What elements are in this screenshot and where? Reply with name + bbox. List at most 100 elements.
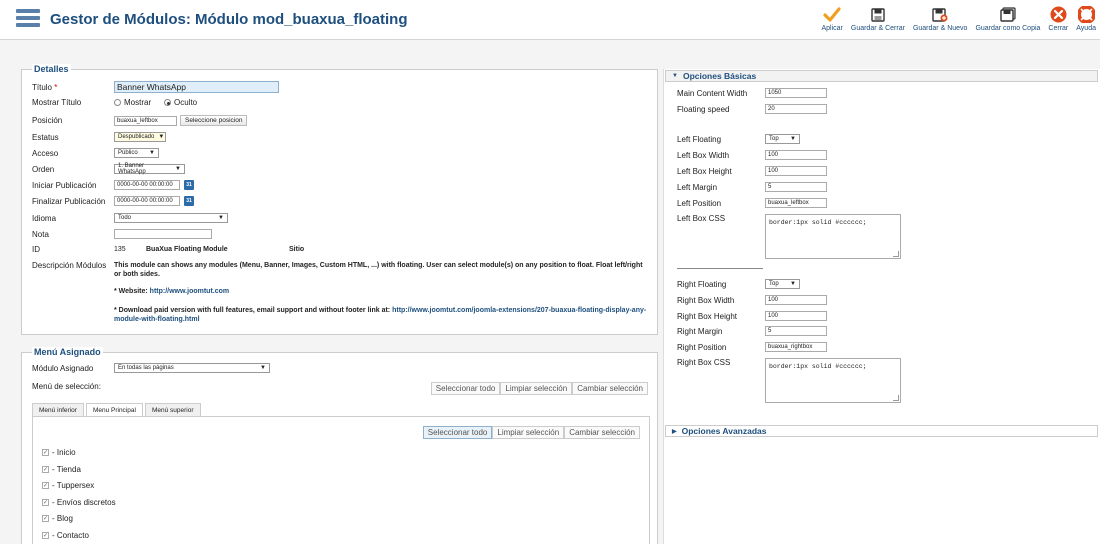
floating-speed-row: Floating speed 20 [677,104,827,114]
download-line: * Download paid version with full featur… [114,307,647,323]
menu-item-envios-discretos[interactable]: ✓ - Envíos discretos [42,498,116,507]
checkbox-checked-icon[interactable]: ✓ [42,482,49,489]
save-new-button[interactable]: Guardar & Nuevo [909,6,971,38]
save-new-icon [931,6,949,23]
right-floating-select[interactable]: Top ▼ [765,279,800,289]
checkbox-checked-icon[interactable]: ✓ [42,449,49,456]
show-title-row: Mostrar Título Mostrar Oculto [32,98,198,107]
left-css-row: Left Box CSS border:1px solid #cccccc; [677,214,901,259]
collapsed-triangle-icon: ▶ [672,428,677,435]
advanced-options-header[interactable]: ▶ Opciones Avanzadas [665,425,1098,437]
checkbox-checked-icon[interactable]: ✓ [42,515,49,522]
details-legend: Detalles [32,64,71,74]
menu-tab-panel: Seleccionar todo Limpiar selección Cambi… [32,416,650,544]
website-link[interactable]: http://www.joomtut.com [150,288,229,295]
toggle-selection-button[interactable]: Cambiar selección [572,382,648,395]
left-box-width-input[interactable]: 100 [765,150,827,160]
menu-item-contacto[interactable]: ✓ - Contacto [42,531,89,540]
access-row: Acceso Público ▼ [32,148,159,158]
select-all-button[interactable]: Seleccionar todo [430,382,501,395]
tab-select-all-button[interactable]: Seleccionar todo [422,426,493,439]
tab-main-menu[interactable]: Menu Principal [85,403,143,417]
left-position-row: Left Position buaxua_leftbox [677,198,827,208]
dropdown-arrow-icon: ▼ [790,281,796,287]
options-divider [677,268,763,269]
position-input[interactable]: buaxua_leftbox [114,115,177,126]
show-title-radio[interactable] [114,99,121,106]
access-select[interactable]: Público ▼ [114,148,159,158]
tab-clear-selection-button[interactable]: Limpiar selección [492,426,565,439]
right-box-css-textarea[interactable]: border:1px solid #cccccc; [765,358,901,403]
left-floating-row: Left Floating Top ▼ [677,134,800,144]
left-box-height-input[interactable]: 100 [765,166,827,176]
right-width-row: Right Box Width 100 [677,295,827,305]
right-height-row: Right Box Height 100 [677,311,827,321]
right-position-row: Right Position buaxua_rightbox [677,342,827,352]
dropdown-arrow-icon: ▼ [218,215,224,221]
left-height-row: Left Box Height 100 [677,166,827,176]
help-icon [1077,6,1095,23]
floating-speed-input[interactable]: 20 [765,104,827,114]
left-floating-select[interactable]: Top ▼ [765,134,800,144]
module-assignment-row: Módulo Asignado En todas las páginas ▼ [32,363,270,373]
module-manager-icon [16,9,40,31]
left-position-input[interactable]: buaxua_leftbox [765,198,827,208]
calendar-icon[interactable]: 31 [184,180,194,190]
module-assignment-select[interactable]: En todas las páginas ▼ [114,363,270,373]
save-copy-button[interactable]: Guardar como Copia [971,6,1044,38]
tab-bottom-menu[interactable]: Menú inferior [32,403,84,416]
dropdown-arrow-icon: ▼ [149,150,155,156]
menu-item-blog[interactable]: ✓ - Blog [42,514,73,523]
order-select[interactable]: 1. Banner WhatsApp ▼ [114,163,185,175]
calendar-icon[interactable]: 31 [184,196,194,206]
close-icon [1049,6,1067,23]
language-select[interactable]: Todo ▼ [114,213,228,223]
save-copy-icon [999,6,1017,23]
close-button[interactable]: Cerrar [1044,6,1072,38]
toolbar: Aplicar Guardar & Cerrar Guardar & Nuevo… [817,6,1100,38]
basic-options-header[interactable]: ▼ Opciones Básicas [665,70,1098,82]
finish-publishing-input[interactable]: 0000-00-00 00:00:00 [114,196,180,206]
apply-icon [823,6,841,23]
status-select[interactable]: Despublicado ▼ [114,132,166,142]
dropdown-arrow-icon: ▼ [790,136,796,142]
dropdown-arrow-icon: ▼ [175,166,181,172]
tab-toggle-selection-button[interactable]: Cambiar selección [564,426,640,439]
start-publishing-row: Iniciar Publicación 0000-00-00 00:00:00 … [32,180,194,190]
position-row: Posición buaxua_leftbox Seleccione posic… [32,115,248,126]
header-bar: Gestor de Módulos: Módulo mod_buaxua_flo… [0,0,1100,40]
right-position-input[interactable]: buaxua_rightbox [765,342,827,352]
page-title: Gestor de Módulos: Módulo mod_buaxua_flo… [50,11,408,28]
right-box-height-input[interactable]: 100 [765,311,827,321]
language-row: Idioma Todo ▼ [32,213,228,223]
right-margin-input[interactable]: 5 [765,326,827,336]
note-row: Nota [32,229,212,239]
menu-item-tienda[interactable]: ✓ - Tienda [42,465,81,474]
save-close-button[interactable]: Guardar & Cerrar [847,6,909,38]
left-box-css-textarea[interactable]: border:1px solid #cccccc; [765,214,901,259]
module-description: This module can shows any modules (Menu,… [114,262,643,278]
help-button[interactable]: Ayuda [1072,6,1100,38]
apply-button[interactable]: Aplicar [817,6,846,38]
hide-title-radio[interactable] [164,99,171,106]
clear-selection-button[interactable]: Limpiar selección [500,382,573,395]
checkbox-checked-icon[interactable]: ✓ [42,499,49,506]
main-content-width-input[interactable]: 1050 [765,88,827,98]
select-position-button[interactable]: Seleccione posicion [180,115,248,126]
menu-item-tuppersex[interactable]: ✓ - Tuppersex [42,481,94,490]
tab-top-menu[interactable]: Menú superior [144,403,201,416]
start-publishing-input[interactable]: 0000-00-00 00:00:00 [114,180,180,190]
description-label: Descripción Módulos [32,261,107,270]
note-input[interactable] [114,229,212,239]
checkbox-checked-icon[interactable]: ✓ [42,466,49,473]
right-box-width-input[interactable]: 100 [765,295,827,305]
menu-item-inicio[interactable]: ✓ - Inicio [42,448,76,457]
left-margin-input[interactable]: 5 [765,182,827,192]
id-row: ID 135 BuaXua Floating Module Sitio [32,245,305,254]
checkbox-checked-icon[interactable]: ✓ [42,532,49,539]
right-floating-row: Right Floating Top ▼ [677,279,800,289]
order-row: Orden 1. Banner WhatsApp ▼ [32,163,185,175]
title-input[interactable]: Banner WhatsApp [114,81,279,93]
left-margin-row: Left Margin 5 [677,182,827,192]
right-margin-row: Right Margin 5 [677,326,827,336]
